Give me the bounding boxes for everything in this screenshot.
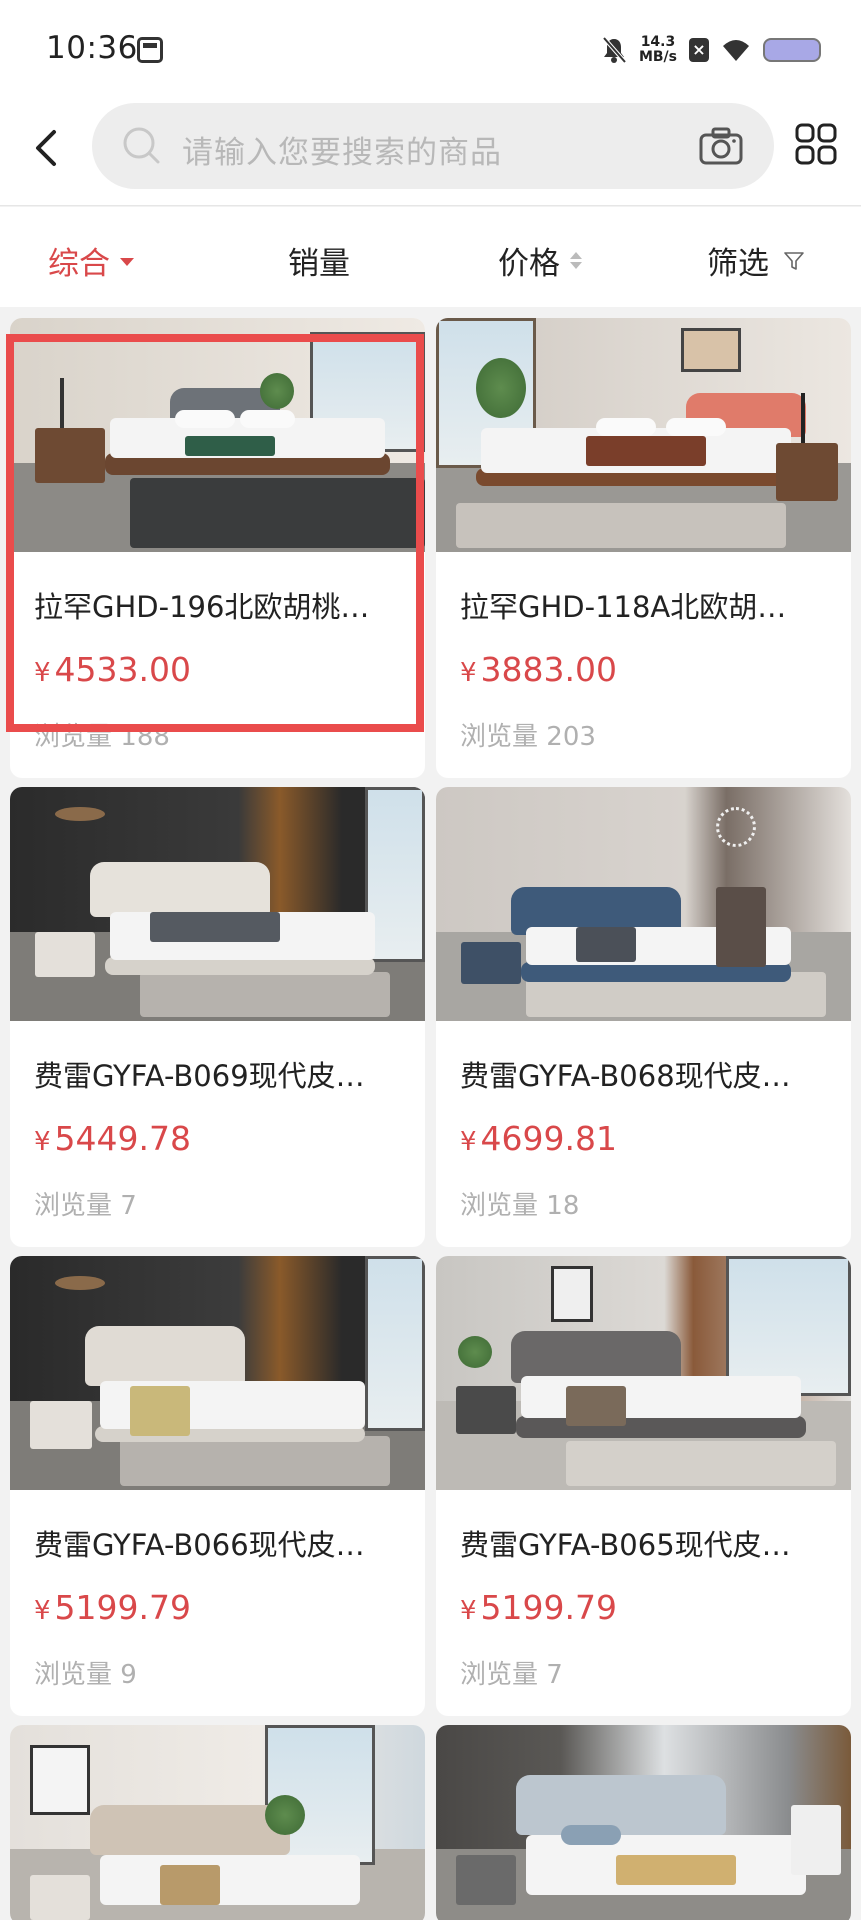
product-price: ¥4533.00 bbox=[34, 650, 191, 689]
product-title: 费雷GYFA-B065现代皮… bbox=[460, 1528, 791, 1562]
currency-symbol: ¥ bbox=[460, 1596, 477, 1626]
product-card-partial[interactable] bbox=[10, 1725, 425, 1920]
views-label: 浏览量 bbox=[460, 1660, 539, 1690]
views-count: 18 bbox=[546, 1191, 580, 1221]
product-views: 浏览量 7 bbox=[460, 1654, 563, 1691]
search-box[interactable]: 请输入您要搜索的商品 bbox=[92, 103, 774, 189]
currency-symbol: ¥ bbox=[34, 1127, 51, 1157]
sort-comprehensive[interactable]: 综合 bbox=[48, 238, 134, 283]
product-price-value: 5199.79 bbox=[54, 1588, 192, 1627]
product-image bbox=[10, 1725, 425, 1920]
product-title: 拉罕GHD-118A北欧胡… bbox=[460, 590, 787, 624]
product-price-value: 5449.78 bbox=[54, 1119, 192, 1158]
sort-comprehensive-label: 综合 bbox=[48, 246, 110, 282]
mute-bell-icon bbox=[602, 36, 627, 64]
currency-symbol: ¥ bbox=[34, 1596, 51, 1626]
product-title: 费雷GYFA-B068现代皮… bbox=[460, 1059, 791, 1093]
product-card[interactable]: 费雷GYFA-B066现代皮… ¥5199.79 浏览量 9 bbox=[10, 1256, 425, 1716]
views-label: 浏览量 bbox=[34, 1191, 113, 1221]
network-speed-unit: MB/s bbox=[638, 49, 677, 65]
views-count: 7 bbox=[120, 1191, 137, 1221]
product-views: 浏览量 18 bbox=[460, 1185, 579, 1222]
views-count: 9 bbox=[120, 1660, 137, 1690]
battery-icon bbox=[763, 38, 821, 62]
wifi-icon bbox=[723, 40, 749, 61]
sort-price[interactable]: 价格 bbox=[498, 238, 582, 283]
sort-filter[interactable]: 筛选 bbox=[707, 238, 805, 283]
product-image bbox=[436, 318, 851, 552]
product-title: 费雷GYFA-B066现代皮… bbox=[34, 1528, 365, 1562]
views-count: 203 bbox=[546, 722, 596, 752]
product-price: ¥5199.79 bbox=[34, 1588, 191, 1627]
sort-updown-icon bbox=[570, 252, 582, 269]
product-title: 拉罕GHD-196北欧胡桃… bbox=[34, 590, 370, 624]
product-price: ¥5199.79 bbox=[460, 1588, 617, 1627]
product-price: ¥4699.81 bbox=[460, 1119, 617, 1158]
sort-filter-label: 筛选 bbox=[707, 246, 769, 282]
status-bar: 10:36 14.3 MB/s × bbox=[0, 0, 861, 100]
views-count: 188 bbox=[120, 722, 170, 752]
views-label: 浏览量 bbox=[34, 1660, 113, 1690]
product-views: 浏览量 203 bbox=[460, 716, 596, 753]
search-icon bbox=[123, 127, 160, 164]
product-views: 浏览量 9 bbox=[34, 1654, 137, 1691]
product-image bbox=[436, 1256, 851, 1490]
product-card[interactable]: 拉罕GHD-196北欧胡桃… ¥4533.00 浏览量 188 bbox=[10, 318, 425, 778]
network-speed: 14.3 MB/s bbox=[639, 35, 677, 65]
no-sim-icon: × bbox=[689, 38, 709, 62]
product-card[interactable]: 费雷GYFA-B068现代皮… ¥4699.81 浏览量 18 bbox=[436, 787, 851, 1247]
product-image bbox=[10, 787, 425, 1021]
status-time: 10:36 bbox=[46, 30, 138, 66]
network-speed-value: 14.3 bbox=[640, 34, 676, 50]
currency-symbol: ¥ bbox=[460, 658, 477, 688]
currency-symbol: ¥ bbox=[34, 658, 51, 688]
grid-view-icon[interactable] bbox=[794, 122, 838, 166]
camera-icon[interactable] bbox=[698, 125, 744, 167]
product-image bbox=[10, 1256, 425, 1490]
product-price-value: 3883.00 bbox=[480, 650, 618, 689]
status-icons: 14.3 MB/s × bbox=[601, 30, 821, 70]
product-views: 浏览量 188 bbox=[34, 716, 170, 753]
sd-card-icon bbox=[137, 37, 163, 63]
currency-symbol: ¥ bbox=[460, 1127, 477, 1157]
product-card[interactable]: 拉罕GHD-118A北欧胡… ¥3883.00 浏览量 203 bbox=[436, 318, 851, 778]
sort-bar: 综合 销量 价格 筛选 bbox=[0, 207, 861, 307]
views-label: 浏览量 bbox=[460, 1191, 539, 1221]
product-image bbox=[436, 787, 851, 1021]
search-input[interactable]: 请输入您要搜索的商品 bbox=[182, 127, 502, 172]
product-card-partial[interactable] bbox=[436, 1725, 851, 1920]
product-image bbox=[10, 318, 425, 552]
views-count: 7 bbox=[546, 1660, 563, 1690]
product-image bbox=[436, 1725, 851, 1920]
product-price: ¥3883.00 bbox=[460, 650, 617, 689]
caret-down-icon bbox=[120, 257, 134, 266]
product-price-value: 5199.79 bbox=[480, 1588, 618, 1627]
product-price-value: 4533.00 bbox=[54, 650, 192, 689]
views-label: 浏览量 bbox=[460, 722, 539, 752]
sort-sales-label: 销量 bbox=[288, 246, 350, 282]
product-price-value: 4699.81 bbox=[480, 1119, 618, 1158]
filter-funnel-icon bbox=[784, 251, 804, 270]
product-views: 浏览量 7 bbox=[34, 1185, 137, 1222]
views-label: 浏览量 bbox=[34, 722, 113, 752]
back-arrow-icon[interactable] bbox=[28, 126, 68, 170]
product-title: 费雷GYFA-B069现代皮… bbox=[34, 1059, 365, 1093]
product-card[interactable]: 费雷GYFA-B069现代皮… ¥5449.78 浏览量 7 bbox=[10, 787, 425, 1247]
search-header: 请输入您要搜索的商品 bbox=[0, 100, 861, 206]
product-price: ¥5449.78 bbox=[34, 1119, 191, 1158]
product-card[interactable]: 费雷GYFA-B065现代皮… ¥5199.79 浏览量 7 bbox=[436, 1256, 851, 1716]
sort-price-label: 价格 bbox=[498, 246, 560, 282]
sort-sales[interactable]: 销量 bbox=[288, 238, 350, 283]
